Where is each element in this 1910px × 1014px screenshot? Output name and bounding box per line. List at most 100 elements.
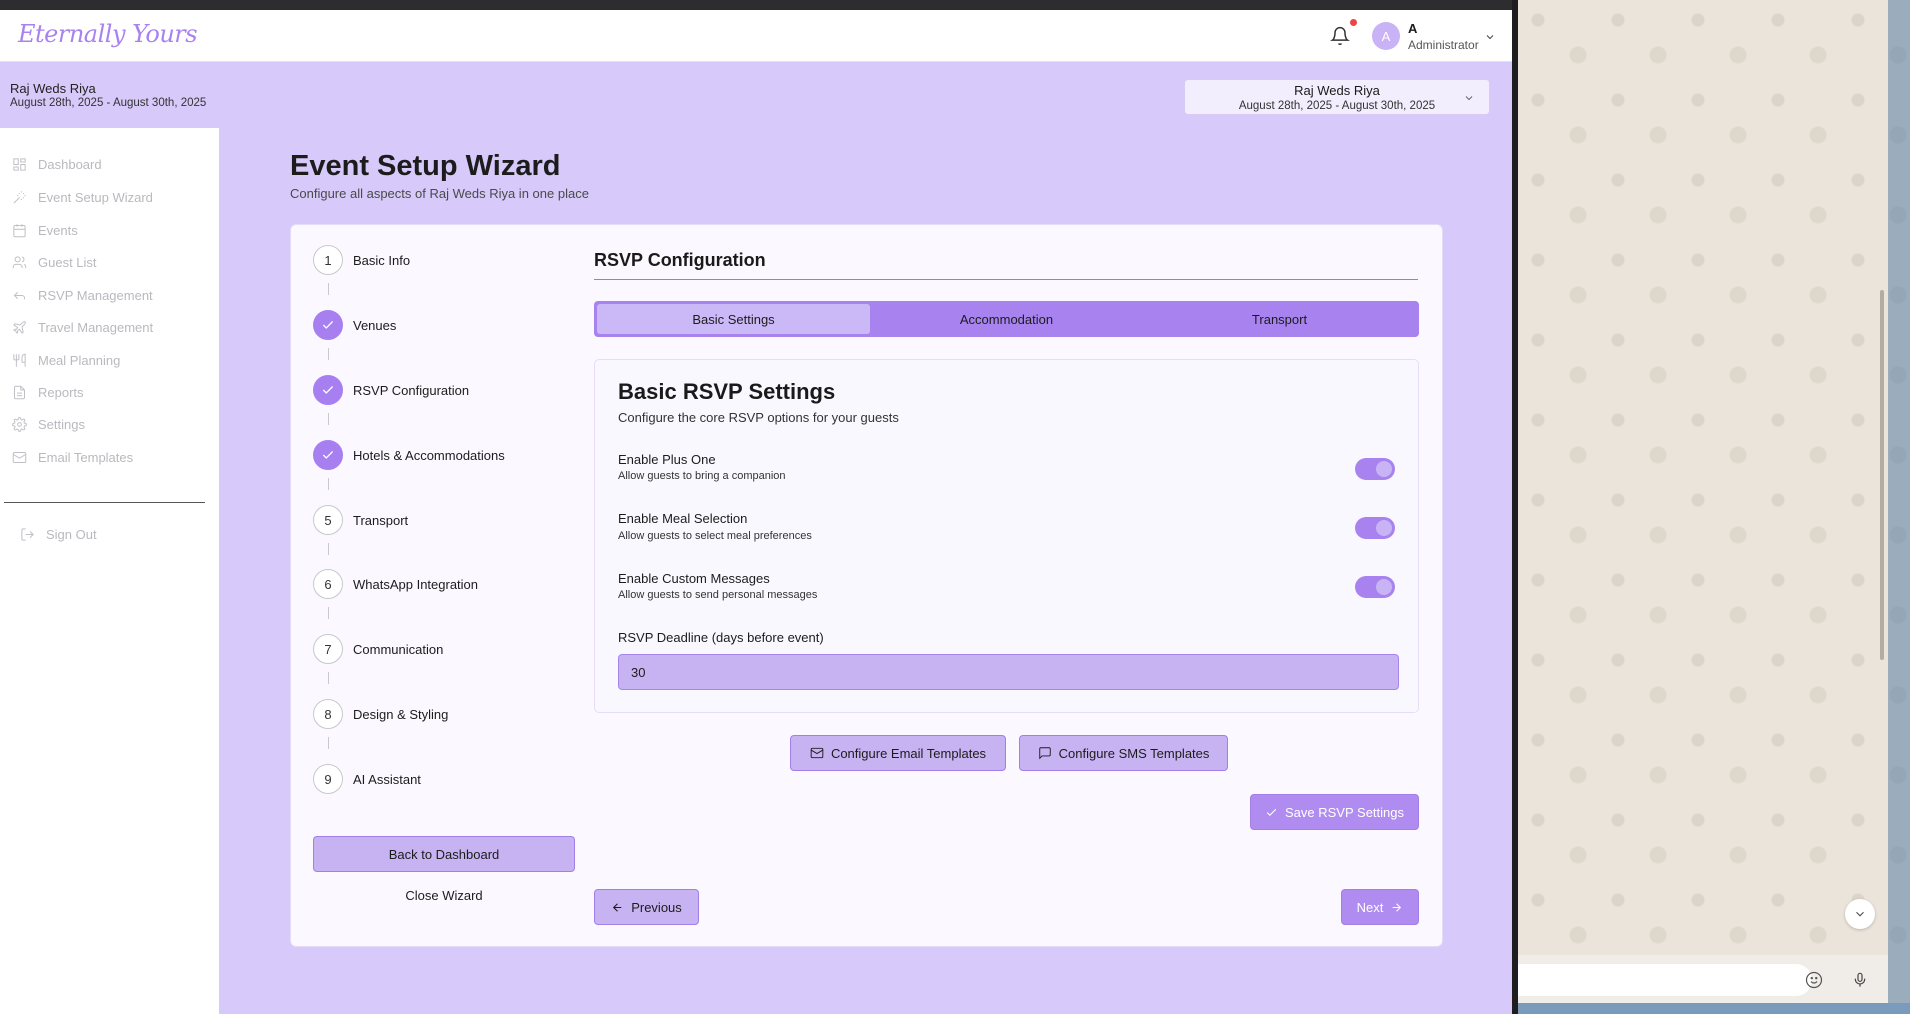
step-connector [328, 737, 329, 749]
sidebar-item-event-setup-wizard[interactable]: Event Setup Wizard [12, 187, 153, 207]
step-connector [328, 607, 329, 619]
sidebar-item-rsvp-management[interactable]: RSVP Management [12, 285, 153, 305]
message-input[interactable] [1518, 964, 1812, 996]
tab-transport[interactable]: Transport [1143, 304, 1416, 334]
check-icon [1266, 808, 1277, 816]
next-button[interactable]: Next [1341, 889, 1419, 925]
desktop-strip [1518, 1003, 1910, 1014]
tab-accommodation[interactable]: Accommodation [870, 304, 1143, 334]
mail-icon [12, 451, 27, 463]
step-label: Communication [353, 641, 444, 657]
emoji-icon[interactable] [1805, 971, 1823, 989]
wizard-step-transport[interactable]: 5 Transport [313, 505, 408, 535]
sidebar-item-guest-list[interactable]: Guest List [12, 252, 97, 272]
app-logo[interactable]: Eternally Yours [18, 20, 198, 48]
file-icon [14, 385, 25, 399]
calendar-icon [13, 223, 26, 237]
sidebar-item-label: Guest List [38, 254, 97, 270]
user-name[interactable]: A [1408, 21, 1417, 36]
step-connector [328, 348, 329, 360]
custom-messages-toggle[interactable] [1355, 576, 1395, 598]
message-square-icon [1038, 747, 1051, 760]
section-title: RSVP Configuration [594, 250, 766, 270]
step-connector [328, 283, 329, 295]
wedding-dates: August 28th, 2025 - August 30th, 2025 [10, 97, 207, 109]
settings-subtitle: Configure the core RSVP options for your… [618, 410, 899, 425]
deadline-label: RSVP Deadline (days before event) [618, 630, 824, 645]
check-icon [322, 451, 334, 459]
wizard-step-ai-assistant[interactable]: 9 AI Assistant [313, 764, 421, 794]
chevron-down-icon[interactable] [1484, 31, 1496, 43]
dashboard-icon [13, 157, 26, 171]
gear-icon [12, 416, 27, 432]
check-icon [322, 386, 334, 394]
scroll-down-button[interactable] [1845, 899, 1875, 929]
wizard-step-venues[interactable]: Venues [313, 310, 396, 340]
users-icon [12, 255, 27, 268]
wizard-step-communication[interactable]: 7 Communication [313, 634, 443, 664]
plane-icon [13, 320, 26, 334]
wizard-step-whatsapp[interactable]: 6 WhatsApp Integration [313, 569, 478, 599]
step-complete [313, 310, 343, 340]
os-title-strip [0, 0, 1512, 10]
configure-email-templates-button[interactable]: Configure Email Templates [790, 735, 1006, 771]
mail-icon [810, 747, 824, 759]
step-complete [313, 440, 343, 470]
sidebar-item-events[interactable]: Events [12, 220, 78, 240]
sidebar-item-travel-management[interactable]: Travel Management [12, 317, 153, 337]
button-label: Previous [631, 899, 682, 915]
wizard-step-rsvp-configuration[interactable]: RSVP Configuration [313, 375, 469, 405]
event-selector[interactable]: Raj Weds Riya August 28th, 2025 - August… [1184, 79, 1490, 115]
wizard-step-hotels[interactable]: Hotels & Accommodations [313, 440, 505, 470]
notification-dot [1350, 19, 1357, 26]
sidebar-item-label: Event Setup Wizard [38, 189, 153, 205]
chat-scrollbar[interactable] [1880, 290, 1884, 660]
previous-button[interactable]: Previous [594, 889, 699, 925]
wizard-card: 1 Basic Info Venues RSVP Configuration H… [290, 224, 1443, 947]
top-bar: Eternally Yours A A Administrator [0, 10, 1512, 62]
toggle-knob [1376, 520, 1392, 536]
step-number: 5 [313, 505, 343, 535]
save-rsvp-settings-button[interactable]: Save RSVP Settings [1250, 794, 1419, 830]
user-role: Administrator [1408, 38, 1479, 52]
option-description: Allow guests to select meal preferences [618, 530, 812, 542]
microphone-icon[interactable] [1852, 970, 1868, 990]
button-label: Save RSVP Settings [1285, 804, 1404, 820]
step-label: AI Assistant [353, 771, 421, 787]
close-wizard-link[interactable]: Close Wizard [313, 888, 575, 908]
sidebar-item-email-templates[interactable]: Email Templates [12, 447, 133, 467]
step-connector [328, 413, 329, 425]
check-icon [322, 321, 334, 329]
main-content: Event Setup Wizard Configure all aspects… [220, 128, 1512, 1014]
step-label: WhatsApp Integration [353, 576, 479, 592]
settings-title: Basic RSVP Settings [618, 379, 836, 404]
chat-window-background [1518, 0, 1910, 1014]
button-label: Configure Email Templates [830, 745, 987, 761]
meal-selection-toggle[interactable] [1355, 517, 1395, 539]
sign-out-button[interactable]: Sign Out [20, 524, 97, 544]
tab-basic-settings[interactable]: Basic Settings [597, 304, 870, 334]
page-title: Event Setup Wizard [290, 150, 561, 182]
sidebar-item-settings[interactable]: Settings [12, 414, 85, 434]
step-number: 7 [313, 634, 343, 664]
wallpaper-pattern [1518, 0, 1910, 1014]
wedding-title: Raj Weds Riya [10, 81, 96, 96]
sidebar-item-dashboard[interactable]: Dashboard [12, 154, 102, 174]
deadline-input[interactable]: 30 [618, 654, 1399, 690]
bell-icon[interactable] [1330, 26, 1350, 46]
event-selector-dates: August 28th, 2025 - August 30th, 2025 [1238, 100, 1436, 112]
option-title: Enable Meal Selection [618, 511, 748, 526]
sidebar-item-reports[interactable]: Reports [12, 382, 84, 402]
avatar[interactable]: A [1372, 22, 1400, 50]
wizard-step-design[interactable]: 8 Design & Styling [313, 699, 448, 729]
back-to-dashboard-button[interactable]: Back to Dashboard [313, 836, 575, 872]
sidebar-item-label: Reports [38, 384, 84, 400]
plus-one-toggle[interactable] [1355, 458, 1395, 480]
step-complete [313, 375, 343, 405]
button-label: Next [1356, 899, 1384, 915]
configure-sms-templates-button[interactable]: Configure SMS Templates [1019, 735, 1228, 771]
sidebar-item-meal-planning[interactable]: Meal Planning [12, 350, 120, 370]
wizard-step-basic-info[interactable]: 1 Basic Info [313, 245, 410, 275]
toggle-knob [1376, 579, 1392, 595]
sign-out-label: Sign Out [46, 526, 97, 542]
